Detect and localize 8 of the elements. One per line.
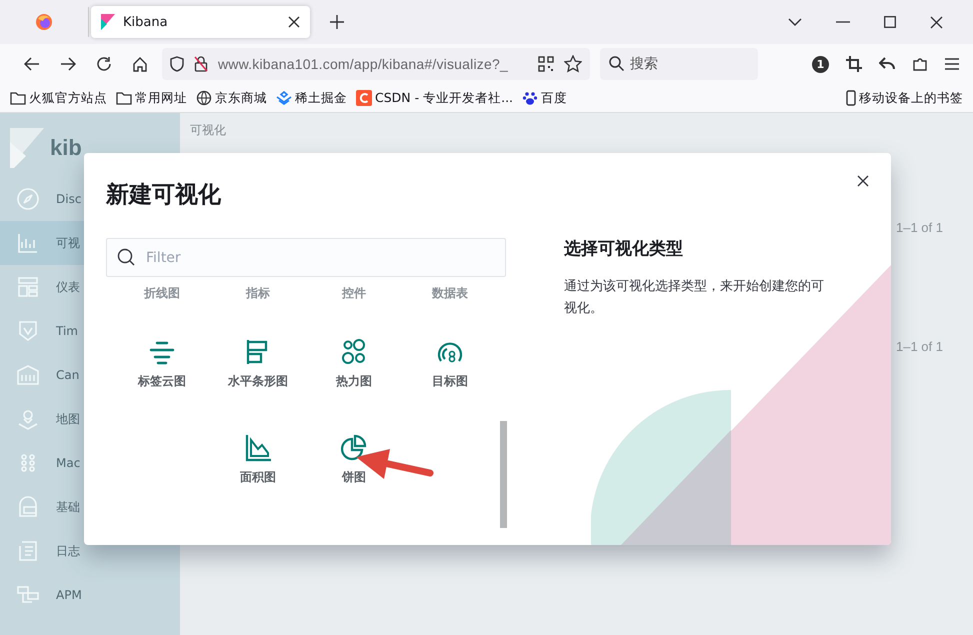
panel-description: 通过为该可视化选择类型，来开始创建您的可视化。 xyxy=(564,278,825,318)
dialog-title: 新建可视化 xyxy=(106,181,222,210)
url-text: www.kibana101.com/app/kibana#/visualize?_ xyxy=(218,56,509,72)
tab-title: Kibana xyxy=(123,14,169,30)
panel-title: 选择可视化类型 xyxy=(564,238,684,260)
pagination-text: 1–1 of 1 xyxy=(896,339,943,354)
pagination-text: 1–1 of 1 xyxy=(896,220,943,235)
logo-text: kib xyxy=(50,135,82,161)
